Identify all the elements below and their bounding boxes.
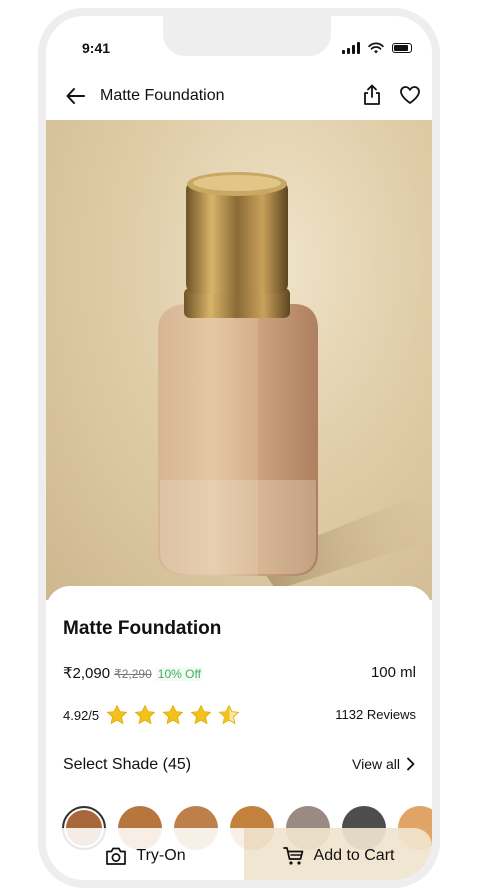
select-shade-label: Select Shade (45): [63, 756, 192, 773]
reviews-count[interactable]: 1132 Reviews: [335, 707, 416, 722]
status-time: 9:41: [82, 40, 111, 56]
phone-frame: 9:41 Matte Foundation Matte Foundation ₹…: [38, 8, 440, 888]
star-icon: [162, 704, 184, 725]
add-to-cart-button[interactable]: Add to Cart: [244, 828, 432, 880]
rating-row: 4.92/5: [63, 703, 245, 727]
star-icon: [106, 704, 128, 725]
star-half-icon: [218, 704, 240, 725]
cart-icon: [282, 847, 303, 865]
original-price: ₹2,290: [114, 667, 152, 681]
product-name: Matte Foundation: [63, 618, 222, 639]
price-row: ₹2,090 ₹2,290 10% Off: [63, 664, 203, 682]
page-title: Matte Foundation: [100, 87, 225, 104]
chevron-right-icon: [407, 757, 415, 771]
view-all-label: View all: [352, 756, 400, 772]
star-icon: [190, 704, 212, 725]
product-image: [46, 120, 432, 600]
heart-icon[interactable]: [398, 83, 422, 107]
view-all-shades-link[interactable]: View all: [352, 756, 416, 772]
bottom-action-bar: Try-On Add to Cart: [46, 828, 432, 880]
battery-icon: [392, 43, 412, 53]
star-icon: [134, 704, 156, 725]
back-arrow-icon[interactable]: [64, 84, 88, 108]
signal-icon: [342, 42, 360, 54]
product-volume: 100 ml: [370, 664, 416, 681]
camera-icon: [106, 847, 127, 865]
app-bar: Matte Foundation: [46, 72, 432, 118]
sale-price: ₹2,090: [63, 665, 111, 682]
discount-badge: 10% Off: [155, 667, 203, 681]
rating-score: 4.92/5: [63, 707, 100, 723]
device-notch: [163, 16, 331, 56]
try-on-label: Try-On: [136, 847, 186, 864]
status-icons: [342, 42, 412, 54]
share-icon[interactable]: [360, 83, 384, 107]
wifi-icon: [368, 42, 384, 54]
try-on-button[interactable]: Try-On: [46, 828, 244, 880]
add-to-cart-label: Add to Cart: [313, 847, 395, 864]
foundation-bottle-illustration: [158, 172, 432, 590]
